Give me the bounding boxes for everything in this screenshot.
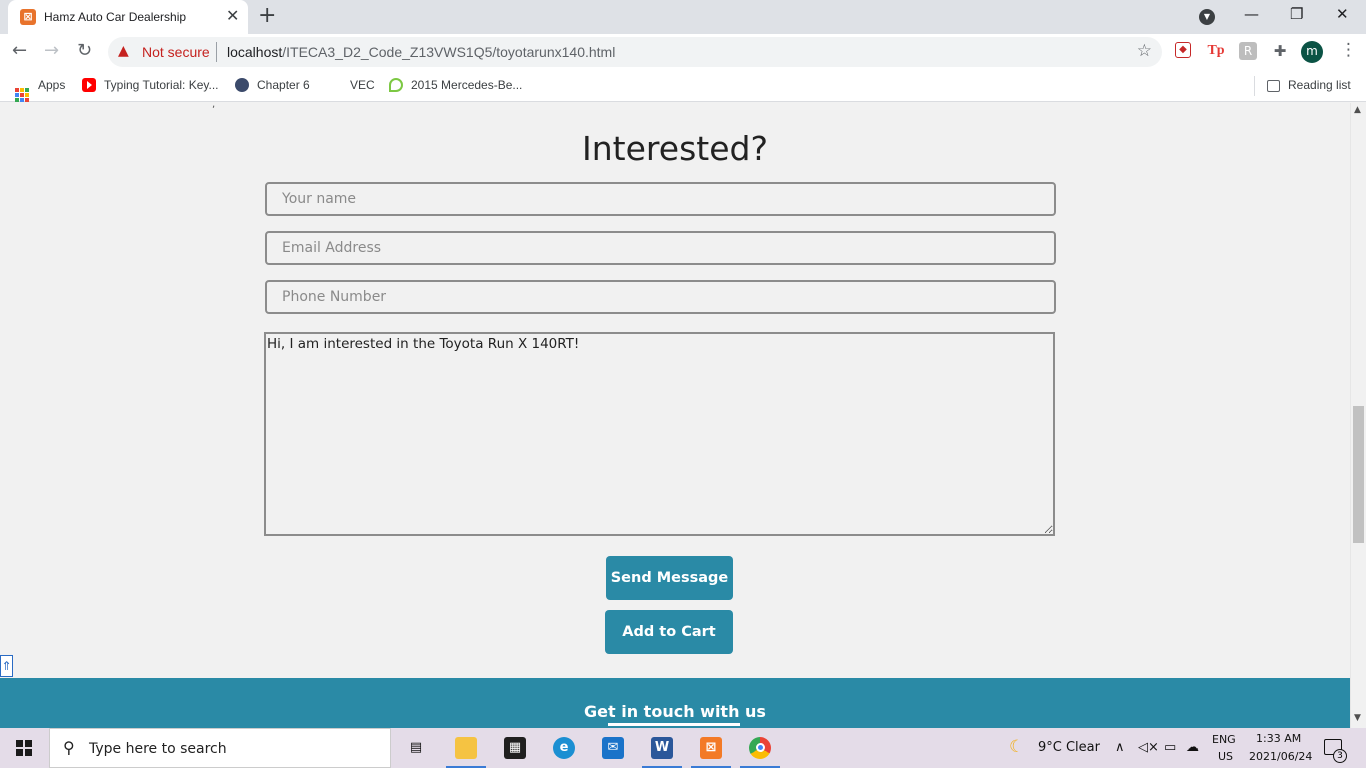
python-icon — [235, 78, 249, 92]
edge-icon[interactable]: e — [540, 728, 588, 768]
name-input[interactable] — [265, 182, 1056, 216]
bookmark-label: Apps — [38, 78, 66, 92]
restore-icon[interactable]: ❐ — [1290, 5, 1303, 23]
bookmarks-divider — [1254, 76, 1255, 96]
tab-strip: ⊠ Hamz Auto Car Dealership ✕ + ▼ — ❐ ✕ — [0, 0, 1366, 34]
footer-title: Get in touch with us — [584, 702, 766, 721]
browser-toolbar: ← → ↻ ▲ Not secure localhost/ITECA3_D2_C… — [0, 34, 1366, 70]
mail-icon[interactable]: ✉ — [589, 728, 637, 768]
chrome-icon[interactable] — [736, 728, 784, 768]
bookmark-mercedes[interactable]: 2015 Mercedes-Be... — [389, 78, 522, 92]
forward-arrow-icon[interactable]: → — [44, 40, 59, 62]
word-icon[interactable]: W — [638, 728, 686, 768]
send-message-button[interactable]: Send Message — [606, 556, 733, 600]
bookmark-typing-tutorial[interactable]: Typing Tutorial: Key... — [82, 78, 219, 92]
notification-count: 3 — [1333, 749, 1347, 763]
scroll-down-arrow-icon[interactable]: ▼ — [1354, 713, 1361, 723]
profile-avatar[interactable]: m — [1301, 41, 1323, 63]
extension-r-icon[interactable]: R — [1239, 42, 1257, 60]
battery-icon[interactable]: ▭ — [1164, 740, 1176, 755]
scroll-thumb[interactable] — [1353, 406, 1364, 543]
window-close-icon[interactable]: ✕ — [1336, 5, 1349, 23]
back-arrow-icon[interactable]: ← — [12, 40, 27, 62]
speaker-muted-icon[interactable]: ◁× — [1138, 740, 1159, 755]
store-icon[interactable]: ▦ — [491, 728, 539, 768]
add-to-cart-button[interactable]: Add to Cart — [605, 610, 733, 654]
task-view-icon[interactable]: ▤ — [392, 728, 440, 768]
reading-list-icon — [1267, 80, 1280, 92]
clock-time[interactable]: 1:33 AM — [1256, 732, 1301, 745]
minimize-icon[interactable]: — — [1244, 5, 1259, 23]
security-label[interactable]: Not secure — [142, 44, 210, 60]
language-bottom[interactable]: US — [1218, 750, 1233, 763]
windows-taskbar: ⚲ Type here to search ▤ ▦ e ✉ W ⊠ ☾ 9°C … — [0, 728, 1366, 768]
address-bar[interactable]: ▲ Not secure localhost/ITECA3_D2_Code_Z1… — [108, 37, 1162, 67]
page-scrollbar[interactable]: ▲ ▼ — [1350, 103, 1366, 728]
footer-underline — [608, 723, 740, 726]
form-heading: Interested? — [582, 129, 768, 168]
tab-close-icon[interactable]: ✕ — [226, 7, 239, 25]
bookmark-label: VEC — [350, 78, 375, 92]
tray-chevron-icon[interactable]: ∧ — [1115, 740, 1125, 755]
moon-weather-icon: ☾ — [1009, 737, 1025, 757]
file-explorer-icon[interactable] — [442, 728, 490, 768]
bookmark-label: Typing Tutorial: Key... — [104, 78, 219, 92]
xampp-icon[interactable]: ⊠ — [687, 728, 735, 768]
menu-kebab-icon[interactable]: ⋮ — [1340, 40, 1357, 60]
clock-date[interactable]: 2021/06/24 — [1249, 750, 1312, 763]
new-tab-button[interactable]: + — [258, 4, 276, 28]
bookmark-label: Chapter 6 — [257, 78, 310, 92]
bookmark-label: 2015 Mercedes-Be... — [411, 78, 523, 92]
browser-tab[interactable]: ⊠ Hamz Auto Car Dealership ✕ — [8, 0, 248, 34]
extension-shield-icon[interactable]: ◆ — [1175, 42, 1191, 58]
url-text[interactable]: localhost/ITECA3_D2_Code_Z13VWS1Q5/toyot… — [227, 44, 615, 60]
windows-start-icon[interactable] — [16, 740, 32, 756]
xampp-favicon-icon: ⊠ — [20, 9, 36, 25]
message-textarea[interactable] — [264, 332, 1055, 536]
url-path: /ITECA3_D2_Code_Z13VWS1Q5/toyotarunx140.… — [282, 44, 616, 60]
back-to-top-icon[interactable]: ⇑ — [0, 655, 13, 677]
taskbar-search-placeholder: Type here to search — [89, 741, 227, 757]
page-content: , Interested? Send Message Add to Cart ⇑… — [0, 103, 1350, 728]
taskbar-search[interactable]: ⚲ Type here to search — [49, 728, 391, 768]
bookmark-chapter-6[interactable]: Chapter 6 — [235, 78, 310, 92]
clipped-text-fragment: , — [212, 103, 216, 110]
extension-tp-icon[interactable]: Tp — [1207, 42, 1225, 60]
phone-input[interactable] — [265, 280, 1056, 314]
apps-grid-icon — [15, 88, 29, 102]
leaf-icon — [389, 78, 403, 92]
scroll-up-arrow-icon[interactable]: ▲ — [1354, 105, 1361, 115]
tab-title: Hamz Auto Car Dealership — [44, 10, 187, 24]
bookmark-apps[interactable]: Apps — [15, 78, 65, 102]
email-input[interactable] — [265, 231, 1056, 265]
bookmarks-bar: Apps Typing Tutorial: Key... Chapter 6 V… — [0, 70, 1366, 102]
tab-search-icon[interactable]: ▼ — [1199, 9, 1215, 25]
extensions-puzzle-icon[interactable]: ✚ — [1271, 42, 1289, 60]
reload-icon[interactable]: ↻ — [77, 40, 92, 62]
warning-icon: ▲ — [118, 43, 129, 59]
weather-text[interactable]: 9°C Clear — [1038, 740, 1100, 755]
language-top[interactable]: ENG — [1212, 733, 1236, 746]
reading-list-label: Reading list — [1288, 78, 1351, 92]
onedrive-icon[interactable]: ☁ — [1186, 740, 1199, 755]
url-host: localhost — [227, 44, 283, 60]
bookmark-star-icon[interactable]: ☆ — [1137, 41, 1152, 61]
bookmark-vec[interactable]: VEC — [350, 78, 375, 92]
search-icon: ⚲ — [63, 738, 75, 757]
youtube-icon — [82, 78, 96, 92]
url-divider — [216, 42, 217, 62]
footer: Get in touch with us — [0, 678, 1350, 728]
reading-list-button[interactable]: Reading list — [1267, 78, 1351, 92]
